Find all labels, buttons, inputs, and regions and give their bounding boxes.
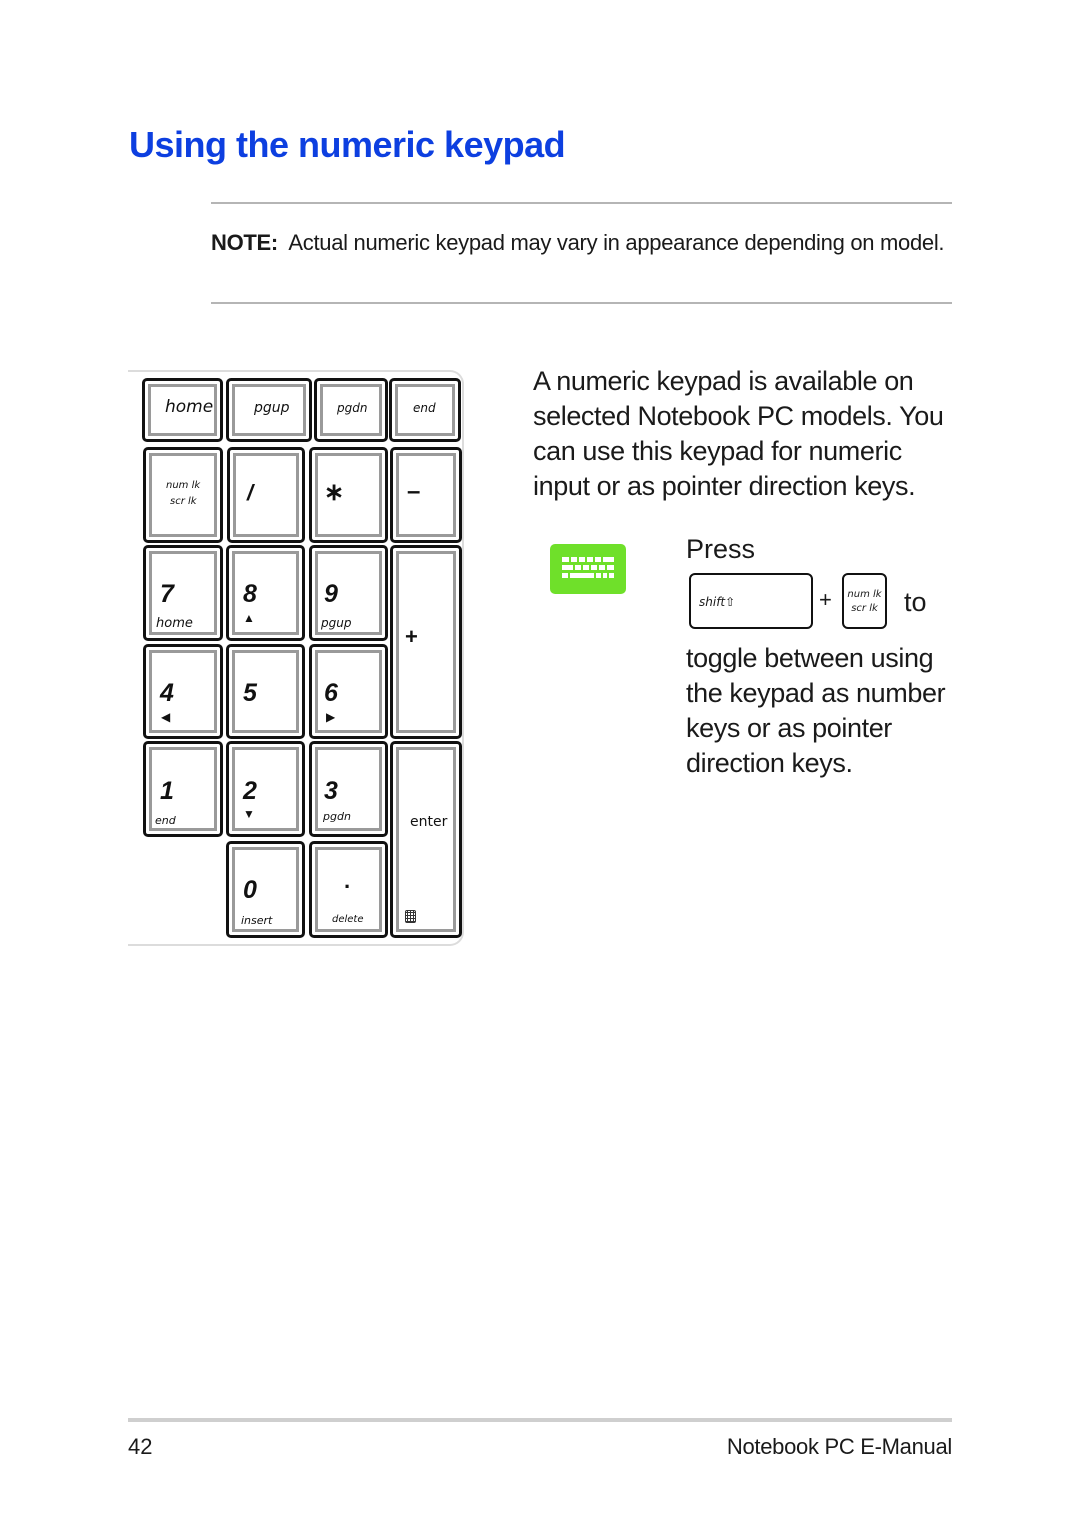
combo-to: to	[904, 587, 927, 617]
key-8: 8 ▲	[226, 545, 305, 641]
key-6: 6 ▶	[309, 644, 388, 739]
key-pgup: pgup	[226, 378, 312, 442]
note-bottom-divider	[211, 302, 952, 304]
note-label: NOTE:	[211, 230, 278, 255]
shift-key: shift⇧	[689, 573, 813, 629]
key-3: 3 pgdn	[309, 741, 388, 837]
note-text: Actual numeric keypad may vary in appear…	[288, 230, 945, 255]
description: A numeric keypad is available on selecte…	[533, 366, 944, 501]
combo-plus: +	[819, 587, 832, 612]
key-2: 2 ▼	[226, 741, 305, 837]
key-multiply: ∗	[309, 447, 388, 543]
toggle-description: toggle between using the keypad as numbe…	[686, 643, 946, 778]
key-5: 5	[226, 644, 305, 739]
key-9: 9 pgup	[309, 545, 388, 641]
left-arrow-icon: ◀	[161, 710, 171, 724]
key-end: end	[389, 378, 461, 442]
key-1: 1 end	[143, 741, 223, 837]
keyboard-icon	[550, 544, 626, 594]
note-top-divider	[211, 202, 952, 204]
shift-key-label: shift⇧	[699, 595, 736, 609]
page-number: 42	[128, 1434, 153, 1459]
key-divide: /	[227, 447, 305, 543]
right-arrow-icon: ▶	[326, 710, 336, 724]
key-0: 0 insert	[226, 841, 305, 938]
press-label: Press	[686, 534, 756, 564]
key-home: home	[142, 378, 223, 442]
numlock-key: num lk scr lk	[842, 573, 887, 629]
down-arrow-icon: ▼	[243, 807, 255, 821]
key-subtract: –	[390, 447, 462, 543]
key-4: 4 ◀	[143, 644, 223, 739]
key-enter: enter	[390, 741, 462, 938]
key-numlock: num lk scr lk	[143, 447, 223, 543]
page-title: Using the numeric keypad	[129, 124, 566, 165]
key-7: 7 home	[143, 545, 223, 641]
footer-doc-title: Notebook PC E-Manual	[726, 1434, 952, 1459]
calculator-icon	[405, 910, 416, 923]
key-pgdn: pgdn	[314, 378, 388, 442]
key-decimal: · delete	[309, 841, 388, 938]
up-arrow-icon: ▲	[243, 611, 255, 625]
footer-divider	[128, 1418, 952, 1422]
key-add: +	[390, 545, 462, 739]
note: NOTE: Actual numeric keypad may vary in …	[211, 228, 951, 258]
